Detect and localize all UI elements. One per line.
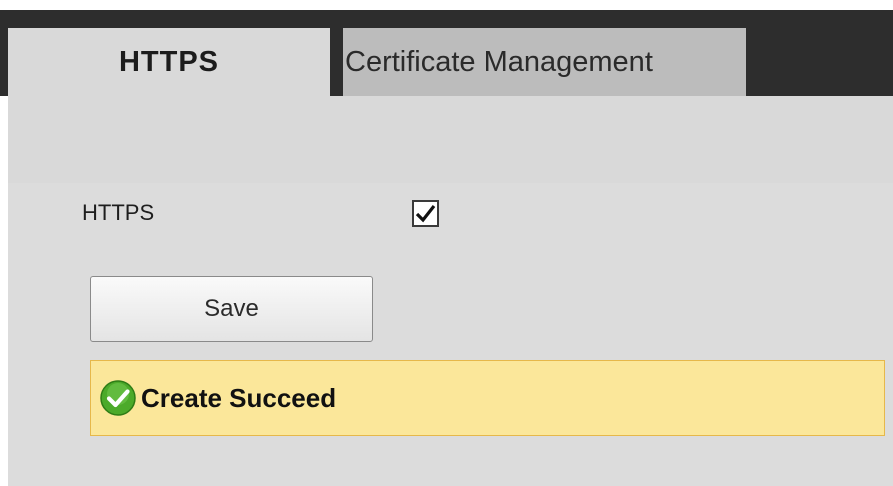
success-notice: Create Succeed [90, 360, 885, 436]
window-top-strip [0, 0, 893, 10]
success-notice-text: Create Succeed [141, 382, 337, 413]
checkmark-icon [415, 205, 436, 223]
https-enable-checkbox[interactable] [412, 200, 439, 227]
https-label: HTTPS [82, 200, 155, 225]
save-button[interactable]: Save [90, 276, 373, 342]
tab-https[interactable]: HTTPS [8, 28, 330, 96]
tab-panel-header [8, 96, 893, 183]
success-check-icon [100, 380, 136, 416]
tab-certificate-management-label: Certificate Management [345, 45, 653, 78]
tab-bar: HTTPS Certificate Management [0, 10, 893, 96]
tab-certificate-management[interactable]: Certificate Management [343, 28, 746, 96]
tab-https-label: HTTPS [118, 45, 220, 78]
